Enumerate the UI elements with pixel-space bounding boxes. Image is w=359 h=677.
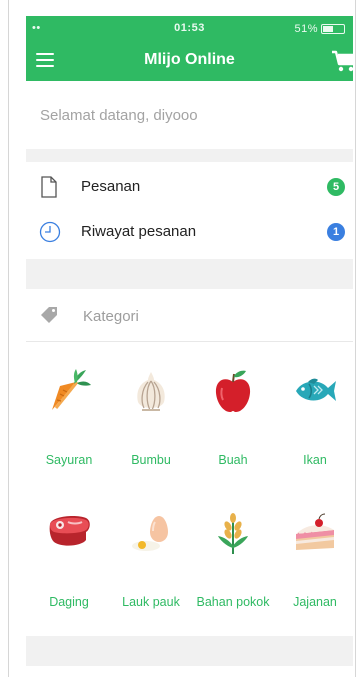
section-divider [26, 149, 353, 162]
category-label: Bahan pokok [196, 595, 270, 609]
app-title: Mlijo Online [144, 51, 235, 68]
category-bahan-pokok[interactable]: Bahan pokok [192, 510, 274, 620]
app-screen: •• 01:53 51% Mlijo Online Selamat datang… [26, 16, 353, 677]
category-label: Daging [49, 595, 89, 609]
category-label: Lauk pauk [122, 595, 180, 609]
document-icon [39, 176, 59, 198]
welcome-text: Selamat datang, diyooo [40, 107, 198, 124]
category-label: Jajanan [293, 595, 337, 609]
cart-icon[interactable] [331, 49, 353, 73]
bottom-divider [26, 636, 353, 666]
category-label: Ikan [303, 453, 327, 467]
wheat-icon [218, 513, 248, 554]
categories-label: Kategori [83, 308, 139, 325]
category-sayuran[interactable]: Sayuran [28, 368, 110, 478]
egg-icon [132, 516, 168, 551]
tag-icon [40, 306, 58, 324]
carrot-icon [52, 369, 91, 410]
category-bumbu[interactable]: Bumbu [110, 368, 192, 478]
category-label: Sayuran [45, 453, 93, 467]
category-daging[interactable]: Daging [28, 510, 110, 620]
count-badge: 5 [327, 178, 345, 196]
apple-icon [215, 370, 251, 412]
battery-indicator: 51% [294, 23, 345, 35]
category-label: Bumbu [131, 453, 171, 467]
garlic-icon [137, 372, 165, 411]
battery-percent: 51% [294, 23, 318, 35]
welcome-section: Selamat datang, diyooo [26, 81, 353, 149]
menu-item-pesanan[interactable]: Pesanan 5 [26, 165, 353, 209]
cake-icon [296, 513, 334, 550]
menu-item-label: Riwayat pesanan [81, 223, 197, 240]
battery-icon [321, 24, 345, 34]
section-divider [26, 259, 353, 289]
status-bar: •• 01:53 51% [26, 16, 353, 35]
count-badge: 1 [327, 223, 345, 241]
category-ikan[interactable]: Ikan [274, 368, 353, 478]
clock-icon [39, 221, 61, 243]
category-jajanan[interactable]: Jajanan [274, 510, 353, 620]
menu-item-riwayat-pesanan[interactable]: Riwayat pesanan 1 [26, 210, 353, 254]
categories-header: Kategori [26, 289, 353, 342]
meat-icon [49, 516, 90, 546]
phone-frame: •• 01:53 51% Mlijo Online Selamat datang… [8, 0, 356, 677]
category-lauk-pauk[interactable]: Lauk pauk [110, 510, 192, 620]
fish-icon [296, 378, 336, 401]
top-bar: •• 01:53 51% Mlijo Online [26, 16, 353, 81]
menu-item-label: Pesanan [81, 178, 141, 195]
category-label: Buah [218, 453, 248, 467]
category-buah[interactable]: Buah [192, 368, 274, 478]
